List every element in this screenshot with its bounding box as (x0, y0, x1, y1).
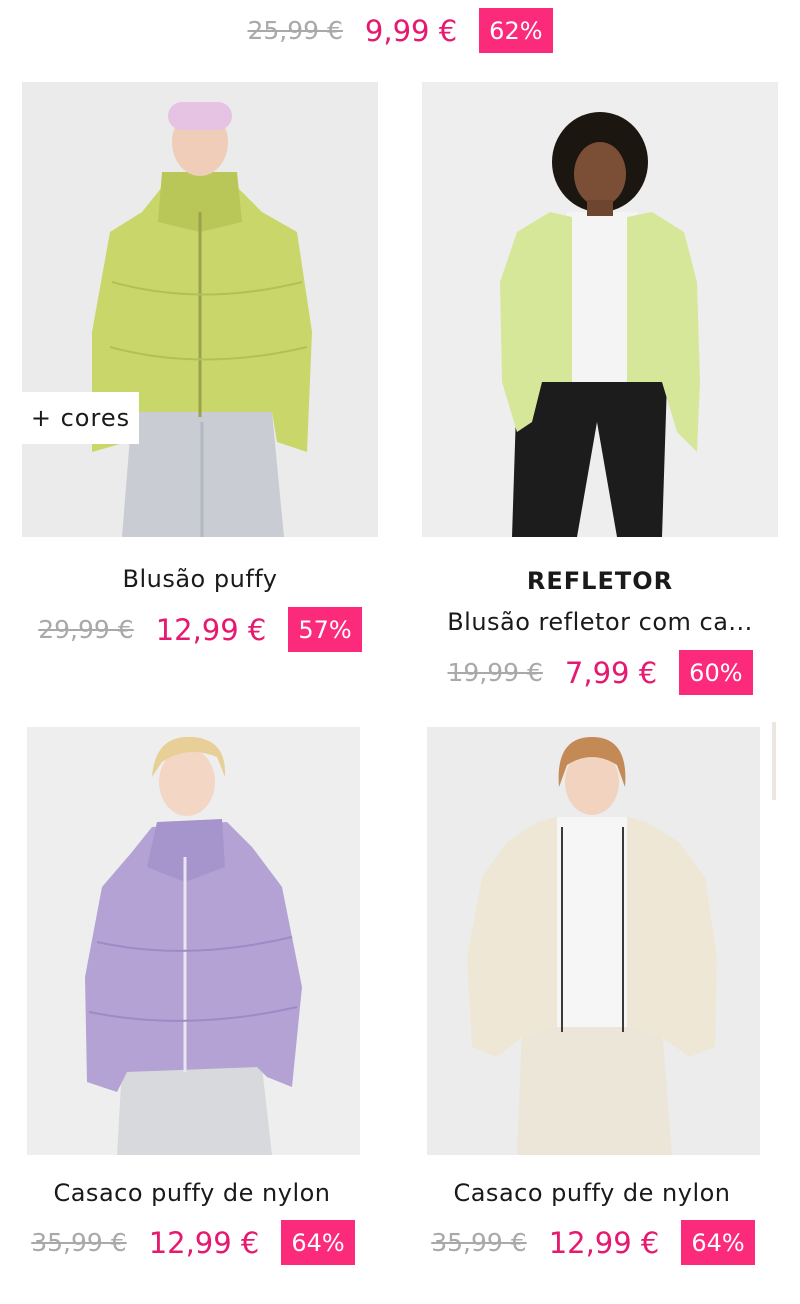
product-title[interactable]: Blusão puffy (0, 565, 400, 593)
sale-price: 12,99 € (548, 1225, 660, 1260)
old-price: 29,99 € (38, 615, 134, 644)
more-colors-button[interactable]: + cores (22, 392, 139, 444)
product-title[interactable]: Blusão refletor com ca... (400, 608, 800, 636)
product-brand: REFLETOR (526, 567, 674, 595)
sale-price: 12,99 € (155, 612, 267, 647)
product-price-row: 19,99 € 7,99 € 60% (400, 650, 800, 695)
sale-price: 7,99 € (564, 655, 658, 690)
product-price-row: 35,99 € 12,99 € 64% (393, 1220, 793, 1265)
discount-badge: 64% (281, 1220, 355, 1265)
sale-price: 12,99 € (148, 1225, 260, 1260)
product-image[interactable] (27, 727, 360, 1155)
old-price: 35,99 € (431, 1228, 527, 1257)
scrollbar-thumb[interactable] (772, 722, 776, 800)
old-price: 35,99 € (31, 1228, 127, 1257)
old-price: 19,99 € (447, 658, 543, 687)
discount-badge: 62% (479, 8, 553, 53)
discount-badge: 64% (681, 1220, 755, 1265)
product-image[interactable] (22, 82, 378, 537)
product-price-row: 35,99 € 12,99 € 64% (0, 1220, 393, 1265)
discount-badge: 57% (288, 607, 362, 652)
top-item-price-row: 25,99 € 9,99 € 62% (200, 8, 600, 53)
product-image[interactable] (427, 727, 760, 1155)
product-image[interactable] (422, 82, 778, 537)
product-title[interactable]: Casaco puffy de nylon (0, 1179, 392, 1207)
product-price-row: 29,99 € 12,99 € 57% (0, 607, 400, 652)
discount-badge: 60% (679, 650, 753, 695)
old-price: 25,99 € (247, 16, 343, 45)
sale-price: 9,99 € (364, 13, 458, 48)
product-title[interactable]: Casaco puffy de nylon (392, 1179, 792, 1207)
